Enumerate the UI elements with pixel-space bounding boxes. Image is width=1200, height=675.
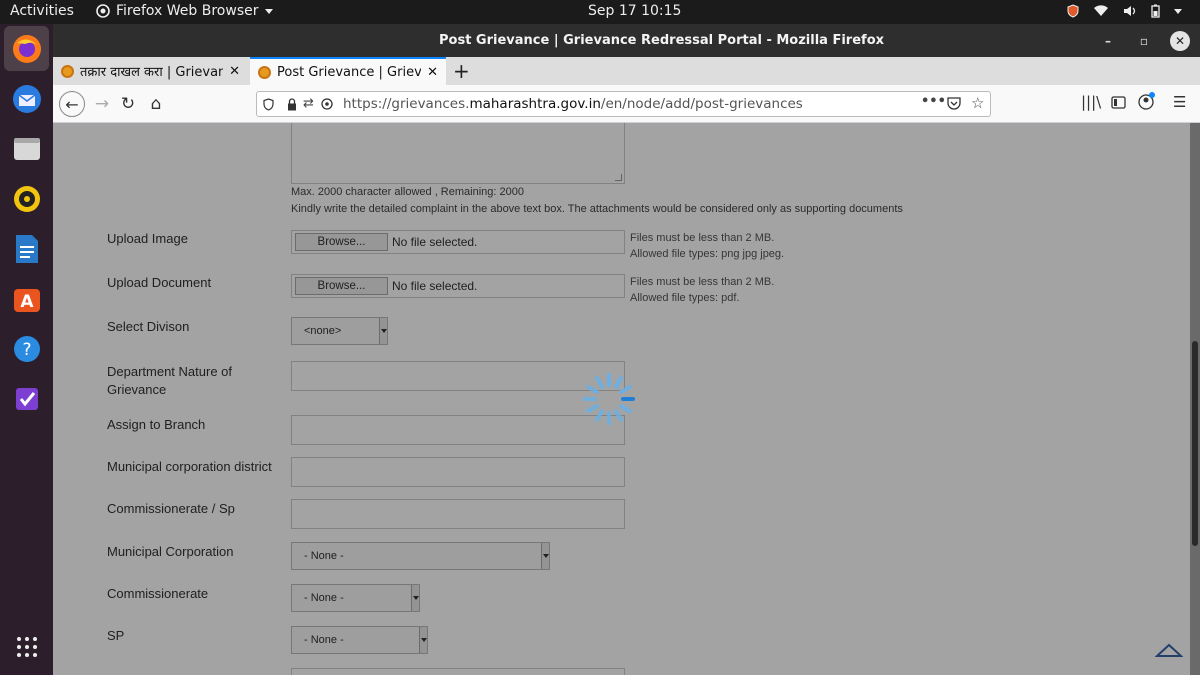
tasks-icon	[15, 387, 38, 410]
back-button[interactable]: ←	[59, 91, 85, 117]
url-bar[interactable]: ⇄ https://grievances.maharashtra.gov.in/…	[256, 91, 991, 117]
tab-marathi-grievance[interactable]: तक्रार दाखल करा | Grievance ✕	[53, 57, 248, 85]
reload-button[interactable]: ↻	[115, 91, 141, 117]
close-window-button[interactable]: ✕	[1170, 31, 1190, 51]
home-button[interactable]: ⌂	[143, 91, 169, 117]
dock-software[interactable]: A	[4, 276, 49, 321]
svg-text:A: A	[20, 292, 34, 312]
tab-close-icon[interactable]: ✕	[229, 64, 240, 79]
page-scrollbar[interactable]	[1190, 123, 1200, 675]
firefox-app-icon	[96, 4, 110, 18]
url-prefix: https://grievances.	[343, 96, 470, 112]
thunderbird-icon	[12, 84, 41, 113]
dock-help[interactable]: ?	[4, 326, 49, 371]
firefox-icon	[12, 34, 41, 63]
url-domain: maharashtra.gov.in	[469, 96, 601, 112]
lock-icon[interactable]	[287, 98, 297, 111]
library-icon[interactable]: |||\	[1081, 93, 1101, 111]
dock-writer[interactable]	[4, 226, 49, 271]
permissions-icon[interactable]: ⇄	[303, 96, 314, 111]
url-text[interactable]: https://grievances.maharashtra.gov.in/en…	[343, 96, 803, 112]
new-tab-icon[interactable]: +	[453, 59, 470, 83]
tab-post-grievance[interactable]: Post Grievance | Grievance ✕	[250, 57, 446, 85]
help-icon: ?	[13, 335, 40, 362]
dock-rhythmbox[interactable]	[4, 176, 49, 221]
rhythmbox-icon	[13, 185, 40, 212]
window-title: Post Grievance | Grievance Redressal Por…	[439, 33, 885, 48]
wifi-icon	[1094, 5, 1108, 16]
insecure-content-icon[interactable]	[321, 98, 333, 110]
show-apps-icon	[16, 636, 37, 657]
site-favicon-icon	[258, 65, 271, 79]
tab-label: तक्रार दाखल करा | Grievance	[80, 65, 224, 80]
dock-tasks[interactable]	[4, 376, 49, 421]
window-titlebar[interactable]: Post Grievance | Grievance Redressal Por…	[53, 24, 1200, 57]
app-menu-label: Firefox Web Browser	[116, 3, 259, 19]
hamburger-menu-icon[interactable]: ☰	[1173, 93, 1186, 111]
dock-show-apps[interactable]	[4, 624, 49, 669]
maximize-button[interactable]: ▫	[1134, 31, 1154, 51]
page-actions-icon[interactable]: •••	[921, 94, 946, 109]
battery-icon	[1151, 4, 1160, 18]
firefox-window: Post Grievance | Grievance Redressal Por…	[53, 24, 1200, 675]
scroll-to-top-icon[interactable]	[1155, 642, 1183, 658]
svg-text:?: ?	[22, 340, 31, 360]
sidebar-icon[interactable]	[1111, 96, 1126, 109]
app-menu[interactable]: Firefox Web Browser	[96, 3, 273, 19]
dock-files[interactable]	[4, 126, 49, 171]
tab-close-icon[interactable]: ✕	[427, 65, 438, 80]
shield-icon	[1067, 4, 1079, 18]
page-content: Max. 2000 character allowed , Remaining:…	[53, 123, 1200, 675]
tracking-shield-icon[interactable]	[263, 98, 274, 111]
tab-strip: तक्रार दाखल करा | Grievance ✕ Post Griev…	[53, 57, 1200, 85]
files-icon	[13, 137, 40, 160]
account-icon[interactable]	[1138, 92, 1156, 110]
system-tray[interactable]	[1067, 4, 1182, 18]
dock-firefox[interactable]	[4, 26, 49, 71]
navigation-toolbar: ← → ↻ ⌂ ⇄ https://grievances.maharashtra…	[53, 85, 1200, 123]
tab-label: Post Grievance | Grievance	[277, 64, 422, 80]
activities-button[interactable]: Activities	[10, 3, 74, 19]
minimize-button[interactable]: –	[1098, 31, 1118, 51]
volume-icon	[1124, 6, 1136, 16]
scrollbar-thumb[interactable]	[1192, 341, 1198, 546]
loading-spinner-icon	[583, 373, 635, 425]
bookmark-star-icon[interactable]: ☆	[971, 94, 984, 112]
site-favicon-icon	[61, 64, 74, 78]
system-top-bar: Activities Firefox Web Browser Sep 17 10…	[0, 0, 1200, 24]
chevron-down-icon	[264, 8, 273, 14]
dock: A ?	[0, 24, 53, 675]
software-icon: A	[13, 288, 40, 312]
clock[interactable]: Sep 17 10:15	[588, 3, 681, 19]
dock-thunderbird[interactable]	[4, 76, 49, 121]
url-path: /en/node/add/post-grievances	[600, 96, 803, 112]
writer-icon	[15, 234, 38, 263]
pocket-icon[interactable]	[947, 97, 961, 110]
forward-button[interactable]: →	[89, 91, 115, 117]
system-menu-chevron-icon	[1174, 8, 1182, 14]
